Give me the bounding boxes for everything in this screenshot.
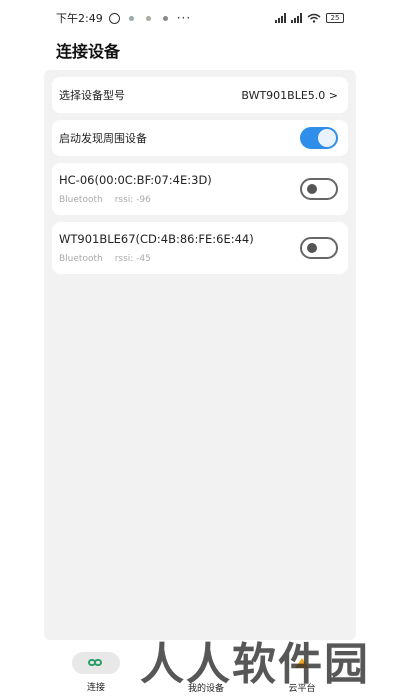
device-model-label: 选择设备型号 [59,89,125,102]
notification-icon [128,15,134,21]
device-rssi: rssi: -45 [114,254,151,264]
wifi-icon [307,13,321,23]
device-meta: Bluetooth rssi: -45 [59,254,254,264]
discover-devices-label: 启动发现周围设备 [59,132,147,145]
device-rssi: rssi: -96 [114,195,151,205]
status-bar: 下午2:49 ··· 25 [0,0,400,36]
toggle-knob [307,184,317,194]
discover-devices-row: 启动发现周围设备 [52,120,348,156]
notification-icon [162,15,168,21]
device-type: Bluetooth [59,254,103,264]
device-type: Bluetooth [59,195,103,205]
nav-cloud-label: 云平台 [288,684,316,694]
more-icon: ··· [176,11,192,25]
link-icon [88,658,104,668]
status-time: 下午2:49 [56,12,103,25]
signal-icon [291,13,302,23]
device-model-value[interactable]: BWT901BLE5.0 > [241,89,338,102]
device-name: HC-06(00:0C:BF:07:4E:3D) [59,173,212,187]
bottom-nav: 连接 我的设备 云平台 [0,640,400,700]
status-right: 25 [275,13,344,23]
nav-my-devices-label: 我的设备 [187,684,224,694]
device-model-selector[interactable]: 选择设备型号 BWT901BLE5.0 > [52,77,348,113]
notification-icon [145,15,151,21]
nav-cloud[interactable]: 云平台 [282,652,322,694]
device-panel: 选择设备型号 BWT901BLE5.0 > 启动发现周围设备 HC-06(00:… [44,70,356,640]
status-left: 下午2:49 ··· [56,10,191,26]
device-info: WT901BLE67(CD:4B:86:FE:6E:44) Bluetooth … [59,232,254,264]
discover-devices-toggle[interactable] [300,127,338,149]
nav-connect-label: 连接 [86,683,105,693]
device-item[interactable]: WT901BLE67(CD:4B:86:FE:6E:44) Bluetooth … [52,222,348,274]
page-title: 连接设备 [56,42,121,61]
device-item[interactable]: HC-06(00:0C:BF:07:4E:3D) Bluetooth rssi:… [52,163,348,215]
cloud-icon [295,658,309,668]
nav-connect-pill [72,652,120,674]
signal-icon [275,13,286,23]
nav-connect[interactable]: 连接 [72,652,120,693]
device-connect-toggle[interactable] [300,178,338,200]
device-info: HC-06(00:0C:BF:07:4E:3D) Bluetooth rssi:… [59,173,212,205]
toggle-knob [307,243,317,253]
battery-icon: 25 [326,13,344,23]
toggle-knob [318,129,336,147]
device-meta: Bluetooth rssi: -96 [59,195,212,205]
alarm-icon [108,12,120,24]
device-name: WT901BLE67(CD:4B:86:FE:6E:44) [59,232,254,246]
nav-my-devices[interactable]: 我的设备 [176,652,236,694]
device-connect-toggle[interactable] [300,237,338,259]
